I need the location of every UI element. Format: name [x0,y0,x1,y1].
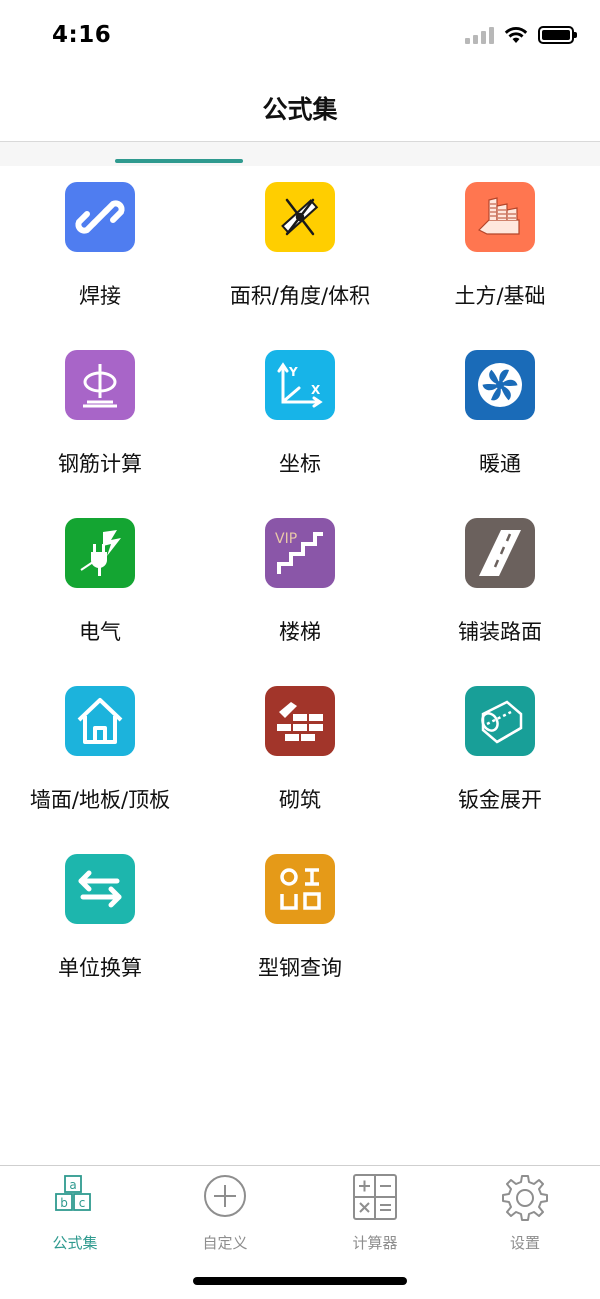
tab-calculator[interactable]: 计算器 [300,1174,450,1252]
svg-text:a: a [69,1178,76,1192]
grid-item-masonry[interactable]: 砌筑 [200,670,400,838]
tile-13 [265,854,335,924]
tab-label: 公式集 [52,1234,98,1252]
vip-badge: VIP [275,531,297,547]
grid-item-coordinates[interactable]: Y X 坐标 [200,334,400,502]
grid-item-label: 砌筑 [279,788,321,812]
abc-blocks-icon: a b c [55,1175,91,1211]
tab-settings[interactable]: 设置 [450,1174,600,1252]
grid-item-label: 暖通 [479,452,521,476]
tile-10 [265,686,335,756]
brick-wall-icon [277,702,323,741]
grid-item-welding[interactable]: 焊接 [0,166,200,334]
tile-5 [465,350,535,420]
tile-12 [65,854,135,924]
tile-8 [465,518,535,588]
grid-item-label: 面积/角度/体积 [229,284,371,308]
status-time: 4:16 [52,22,112,48]
stairs-icon: VIP [275,531,323,574]
tab-formulas[interactable]: a b c 公式集 [0,1174,150,1252]
grid-item-label: 坐标 [279,452,321,476]
nav-header: 公式集 [0,72,600,142]
home-indicator [193,1277,407,1285]
page-title: 公式集 [262,95,338,124]
tile-6 [65,518,135,588]
grid-item-label: 单位换算 [58,956,142,980]
ruler-compass-icon [281,198,319,236]
tile-2 [465,182,535,252]
rebar-icon [83,364,117,408]
tile-0 [65,182,135,252]
steel-profile-icon [280,868,321,910]
grid-item-label: 电气 [79,620,121,644]
battery-icon [538,26,577,44]
grid-item-label: 铺装路面 [458,620,542,644]
calculator-icon [353,1174,397,1220]
grid-item-electrical[interactable]: 电气 [0,502,200,670]
tab-label: 自定义 [202,1234,248,1252]
grid-item-area-angle-volume[interactable]: 面积/角度/体积 [200,166,400,334]
grid-item-sheet-metal[interactable]: 钣金展开 [400,670,600,838]
tab-indicator [115,159,243,163]
tile-7: VIP [265,518,335,588]
grid-item-wall-floor-ceiling[interactable]: 墙面/地板/顶板 [0,670,200,838]
svg-text:X: X [311,383,321,397]
grid-item-hvac[interactable]: 暖通 [400,334,600,502]
tab-label: 设置 [509,1234,540,1252]
road-icon [479,530,521,576]
plus-circle-icon [204,1175,246,1217]
tab-custom[interactable]: 自定义 [150,1174,300,1252]
svg-text:b: b [60,1196,68,1210]
fan-icon [478,363,522,407]
grid-item-label: 钣金展开 [458,788,542,812]
house-icon [77,698,123,744]
tab-label: 计算器 [352,1234,398,1252]
tile-1 [265,182,335,252]
svg-text:c: c [79,1196,86,1210]
tile-4: Y X [265,350,335,420]
wifi-icon [504,27,528,43]
status-bar: 4:16 [0,0,600,72]
grid-item-steel-profiles[interactable]: 型钢查询 [200,838,400,1006]
excavation-icon [477,197,520,235]
grid-item-label: 土方/基础 [454,284,546,308]
electric-plug-icon [80,530,121,576]
grid-item-label: 钢筋计算 [58,452,142,476]
tile-11 [465,686,535,756]
grid-item-stairs[interactable]: VIP 楼梯 [200,502,400,670]
grid-item-label: 型钢查询 [258,956,342,980]
status-icons [465,26,577,44]
xy-axis-icon: Y X [277,362,323,408]
svg-text:Y: Y [288,365,298,379]
grid-item-unit-conversion[interactable]: 单位换算 [0,838,200,1006]
grid-item-rebar[interactable]: 钢筋计算 [0,334,200,502]
sheet-metal-icon [481,700,523,744]
swap-arrows-icon [78,870,122,908]
tile-9 [65,686,135,756]
grid-item-label: 焊接 [79,284,121,308]
gear-icon [502,1175,548,1221]
chain-link-icon [75,200,125,234]
cellular-signal-icon [465,26,494,44]
category-tab-strip [0,142,600,166]
grid-item-label: 楼梯 [279,620,321,644]
grid-item-paving[interactable]: 铺装路面 [400,502,600,670]
grid-item-label: 墙面/地板/顶板 [29,788,171,812]
grid-item-earthwork[interactable]: 土方/基础 [400,166,600,334]
tile-3 [65,350,135,420]
